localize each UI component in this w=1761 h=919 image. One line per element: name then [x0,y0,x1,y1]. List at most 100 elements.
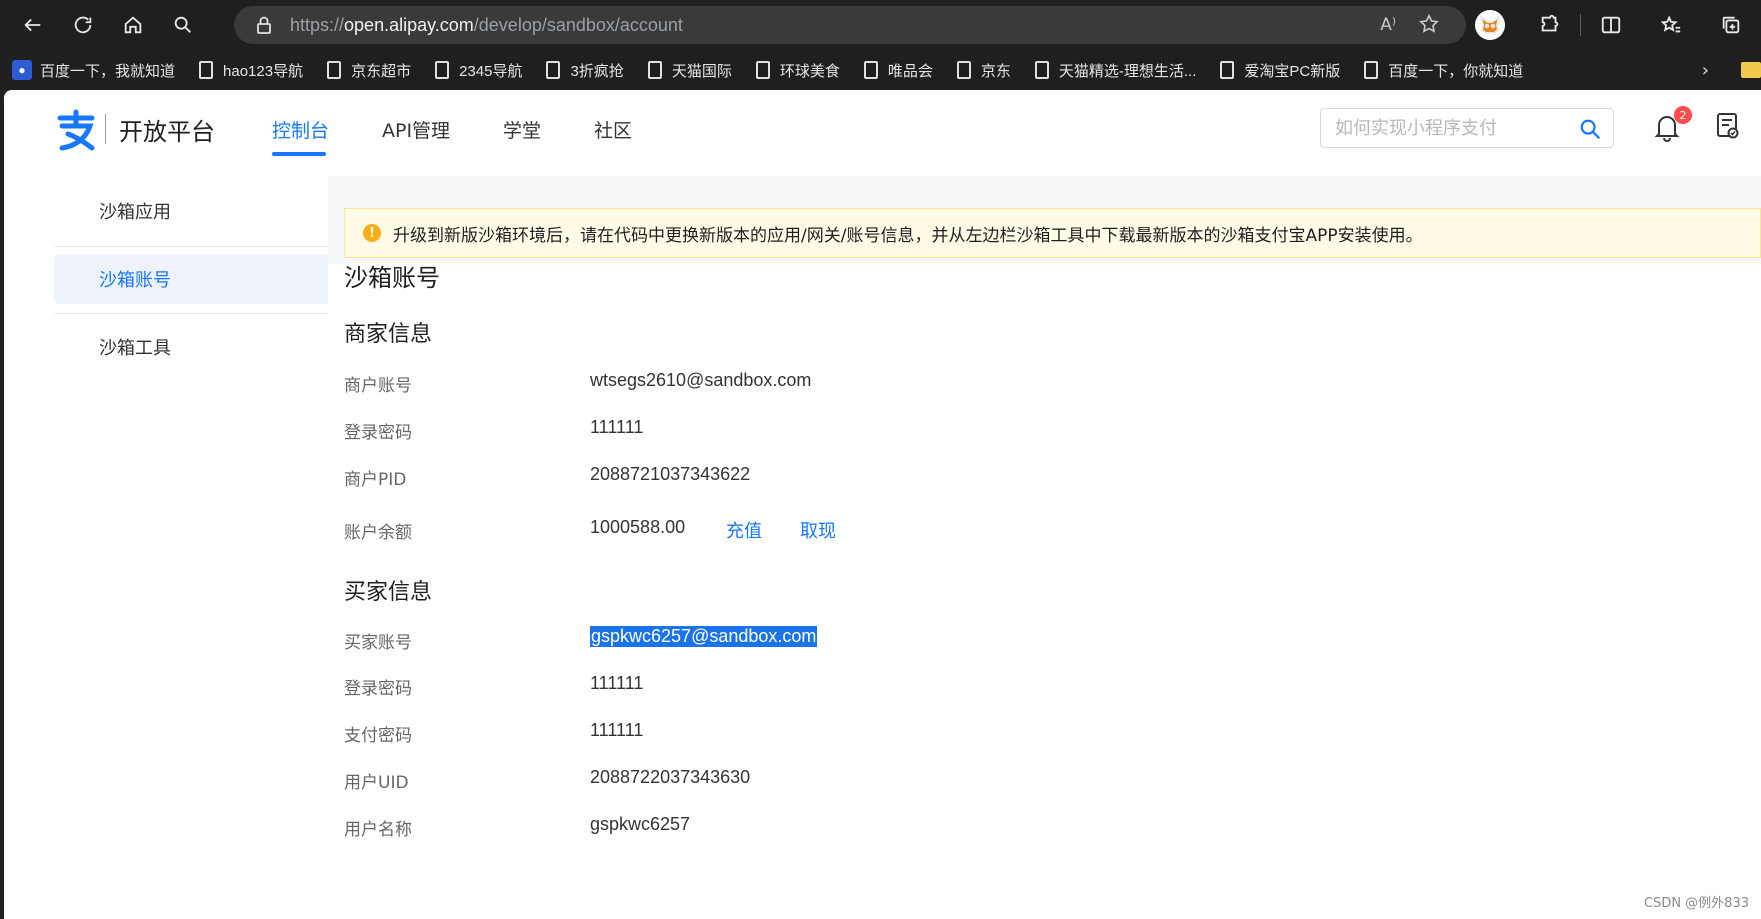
alipay-logo-icon[interactable] [54,108,98,152]
active-nav-indicator [272,152,326,156]
favorites-button[interactable] [1641,0,1701,50]
top-navigation: 开放平台 控制台 API管理 学堂 社区 2 [4,90,1761,176]
alert-text: 升级到新版沙箱环境后，请在代码中更换新版本的应用/网关/账号信息，并从左边栏沙箱… [393,225,1423,246]
favorite-star-icon[interactable] [1418,13,1440,35]
collections-button[interactable] [1701,0,1761,50]
chevron-right-icon[interactable]: › [1702,60,1709,81]
sidebar-item-sandbox-app[interactable]: 沙箱应用 [54,186,328,236]
user-name-value: gspkwc6257 [590,814,691,834]
page-icon [327,61,342,79]
field-label: 商户PID [344,470,407,490]
page-icon [1034,61,1049,79]
main-content: ! 升级到新版沙箱环境后，请在代码中更换新版本的应用/网关/账号信息，并从左边栏… [328,176,1761,919]
search-icon[interactable] [1579,118,1601,140]
merchant-password-value: 111111 [590,417,644,437]
lock-icon [257,16,271,34]
page-icon [1364,61,1379,79]
nav-console[interactable]: 控制台 [272,116,329,143]
recharge-link[interactable]: 充值 [726,517,762,543]
merchant-pid-value: 2088721037343622 [590,464,751,484]
bookmark-label: hao123导航 [223,62,304,80]
sidebar-divider [54,313,328,314]
buyer-password-value: 111111 [590,673,644,693]
folder-icon[interactable] [1741,62,1761,78]
collections-icon [1722,16,1740,34]
page-icon [199,61,214,79]
bookmark-label: 环球美食 [779,62,840,80]
upgrade-alert: ! 升级到新版沙箱环境后，请在代码中更换新版本的应用/网关/账号信息，并从左边栏… [344,208,1761,258]
platform-title: 开放平台 [119,118,215,146]
field-label: 用户名称 [344,820,412,840]
bookmark-label: 百度一下，我就知道 [40,62,176,80]
account-balance-value: 1000588.00 [590,517,686,537]
favorites-list-icon [1660,15,1681,33]
bookmark-item[interactable]: 2345导航 [435,60,522,81]
search-input[interactable] [1321,109,1561,147]
bookmark-item[interactable]: ● 百度一下，我就知道 [12,60,175,81]
nav-api-management[interactable]: API管理 [382,116,450,143]
page-icon [863,61,878,79]
buyer-account-value: gspkwc6257@sandbox.com [590,626,818,647]
back-button[interactable] [8,0,58,50]
search-button[interactable] [158,0,208,50]
user-uid-value: 2088722037343630 [590,767,751,787]
bookmark-label: 京东超市 [351,62,412,80]
page-icon [435,61,450,79]
nav-academy[interactable]: 学堂 [503,116,541,143]
web-page: 开放平台 控制台 API管理 学堂 社区 2 沙箱应用 沙箱账号 沙箱工具 ! … [4,90,1761,919]
address-bar[interactable]: https://open.alipay.com/develop/sandbox/… [234,6,1466,44]
warning-icon: ! [363,224,381,242]
page-icon [755,61,770,79]
merchant-account-value: wtsegs2610@sandbox.com [590,370,812,390]
back-arrow-icon [24,18,41,32]
nav-community[interactable]: 社区 [594,116,632,143]
field-label: 登录密码 [344,423,412,443]
withdraw-link[interactable]: 取现 [800,517,836,543]
bookmark-item[interactable]: 百度一下，你就知道 [1364,60,1523,81]
sidebar-item-sandbox-tools[interactable]: 沙箱工具 [54,322,328,372]
bookmark-item[interactable]: hao123导航 [199,60,303,81]
bookmark-label: 2345导航 [459,62,523,80]
bookmark-item[interactable]: 天猫国际 [647,60,732,81]
puzzle-icon [1541,14,1559,32]
bookmarks-bar: ● 百度一下，我就知道 hao123导航 京东超市 2345导航 3折疯抢 天猫国… [0,50,1761,90]
bookmark-label: 3折疯抢 [570,62,624,80]
sidebar-divider [54,246,328,247]
bookmark-label: 京东 [980,62,1011,80]
csdn-watermark: CSDN @例外833 [1643,896,1749,911]
url-text: https://open.alipay.com/develop/sandbox/… [290,14,683,35]
account-panel: 沙箱账号 商家信息 商户账号 wtsegs2610@sandbox.com 登录… [328,264,1761,919]
bookmark-item[interactable]: 唯品会 [863,60,933,81]
field-label: 支付密码 [344,726,412,746]
read-aloud-icon[interactable]: A⁾ [1380,15,1396,35]
bookmark-item[interactable]: 天猫精选-理想生活... [1034,60,1197,81]
field-label: 商户账号 [344,376,412,396]
split-screen-icon [1601,16,1621,34]
buyer-heading: 买家信息 [344,580,433,605]
home-button[interactable] [108,0,158,50]
field-label: 买家账号 [344,633,412,653]
metamask-extension[interactable] [1460,0,1520,50]
reload-icon [74,16,92,34]
reload-button[interactable] [58,0,108,50]
sidebar-item-sandbox-account[interactable]: 沙箱账号 [54,254,328,304]
home-icon [124,16,142,34]
task-list-icon[interactable] [1716,112,1740,140]
bookmark-item[interactable]: 爱淘宝PC新版 [1220,60,1340,81]
bookmark-item[interactable]: 京东 [956,60,1011,81]
page-title: 沙箱账号 [344,264,440,292]
bookmark-label: 天猫精选-理想生活... [1058,62,1197,80]
browser-toolbar: https://open.alipay.com/develop/sandbox/… [0,0,1761,50]
extensions-button[interactable] [1520,0,1580,50]
fox-icon [1475,10,1505,40]
bookmark-label: 天猫国际 [671,62,732,80]
bookmark-label: 唯品会 [887,62,933,80]
logo-divider [105,114,106,144]
page-icon [956,61,971,79]
field-label: 用户UID [344,773,409,793]
split-screen-button[interactable] [1581,0,1641,50]
bookmark-item[interactable]: 3折疯抢 [546,60,624,81]
bookmark-item[interactable]: 环球美食 [755,60,840,81]
search-icon [174,16,191,33]
bookmark-item[interactable]: 京东超市 [327,60,411,81]
